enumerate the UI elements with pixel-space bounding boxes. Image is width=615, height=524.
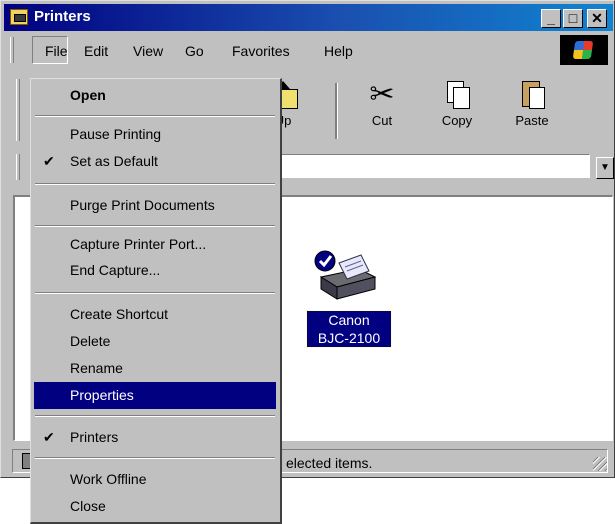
toolbar-grip [16, 79, 20, 141]
copy-icon [442, 79, 472, 111]
menu-separator [35, 457, 275, 459]
pause-printing-label: Pause Printing [70, 126, 162, 142]
printers-folder-icon [10, 9, 28, 25]
menu-favorites[interactable]: Favorites [232, 43, 290, 59]
cut-label: Cut [371, 113, 393, 128]
capture-port-label: Capture Printer Port... [70, 236, 207, 252]
menu-item-properties[interactable]: Properties [34, 382, 276, 409]
address-dropdown-button[interactable]: ▼ [596, 157, 614, 179]
rename-label: Rename [70, 360, 123, 376]
address-grip [16, 154, 20, 180]
delete-label: Delete [70, 333, 111, 349]
menu-separator [35, 183, 275, 185]
scissors-icon: ✂ [369, 78, 395, 111]
close-button[interactable]: ✕ [587, 9, 607, 28]
menu-item-end-capture[interactable]: End Capture... [34, 257, 276, 284]
menu-item-delete[interactable]: Delete [34, 328, 276, 355]
menu-go[interactable]: Go [185, 43, 204, 59]
status-text: elected items. [286, 455, 373, 471]
menu-edit[interactable]: Edit [84, 43, 108, 59]
open-label: Open [70, 87, 106, 103]
address-input[interactable] [274, 154, 590, 178]
cut-button[interactable]: ✂ Cut [347, 78, 417, 129]
printer-label[interactable]: Canon BJC-2100 [306, 310, 392, 348]
menu-item-capture-printer-port[interactable]: Capture Printer Port... [34, 231, 276, 258]
copy-label: Copy [441, 113, 473, 128]
printer-icon[interactable] [311, 241, 383, 308]
menu-item-pause-printing[interactable]: Pause Printing [34, 121, 276, 148]
close-label: Close [70, 498, 106, 514]
menu-separator [35, 415, 275, 417]
menu-file-label: File [45, 43, 68, 59]
menu-item-purge-print-documents[interactable]: Purge Print Documents [34, 192, 276, 219]
minimize-button[interactable]: _ [541, 9, 561, 28]
menu-item-close[interactable]: Close [34, 493, 276, 520]
menubar-grip [10, 37, 14, 63]
menu-separator [35, 115, 275, 117]
menu-item-printers[interactable]: ✔ Printers [34, 424, 276, 451]
properties-label: Properties [70, 387, 134, 403]
menu-bar: File Edit View Go Favorites Help [4, 33, 613, 67]
printer-name-line1: Canon [328, 312, 370, 328]
menu-item-set-as-default[interactable]: ✔ Set as Default [34, 148, 276, 175]
printers-label: Printers [70, 429, 119, 445]
menu-item-rename[interactable]: Rename [34, 355, 276, 382]
menu-item-create-shortcut[interactable]: Create Shortcut [34, 301, 276, 328]
resize-grip[interactable] [593, 457, 607, 471]
window-title: Printers [34, 8, 91, 25]
menu-separator [35, 225, 275, 227]
set-default-label: Set as Default [70, 153, 158, 169]
menu-item-work-offline[interactable]: Work Offline [34, 466, 276, 493]
purge-label: Purge Print Documents [70, 197, 215, 213]
title-bar[interactable]: Printers _ □ ✕ [4, 4, 613, 31]
paste-label: Paste [515, 113, 549, 128]
menu-help[interactable]: Help [324, 43, 353, 59]
checkmark-icon: ✔ [43, 153, 55, 169]
end-capture-label: End Capture... [70, 262, 161, 278]
toolbar-separator [335, 83, 338, 139]
paste-button[interactable]: Paste [497, 79, 567, 128]
create-shortcut-label: Create Shortcut [70, 306, 169, 322]
clipboard-icon [517, 79, 547, 111]
printer-name-line2: BJC-2100 [317, 330, 381, 346]
checkmark-icon: ✔ [43, 429, 55, 445]
menu-view[interactable]: View [133, 43, 163, 59]
maximize-button[interactable]: □ [563, 9, 583, 28]
menu-separator [35, 292, 275, 294]
work-offline-label: Work Offline [70, 471, 147, 487]
copy-button[interactable]: Copy [422, 79, 492, 128]
file-menu: Open Pause Printing ✔ Set as Default Purg… [30, 78, 282, 524]
windows-logo-icon [560, 35, 608, 65]
menu-item-open[interactable]: Open [34, 82, 276, 109]
